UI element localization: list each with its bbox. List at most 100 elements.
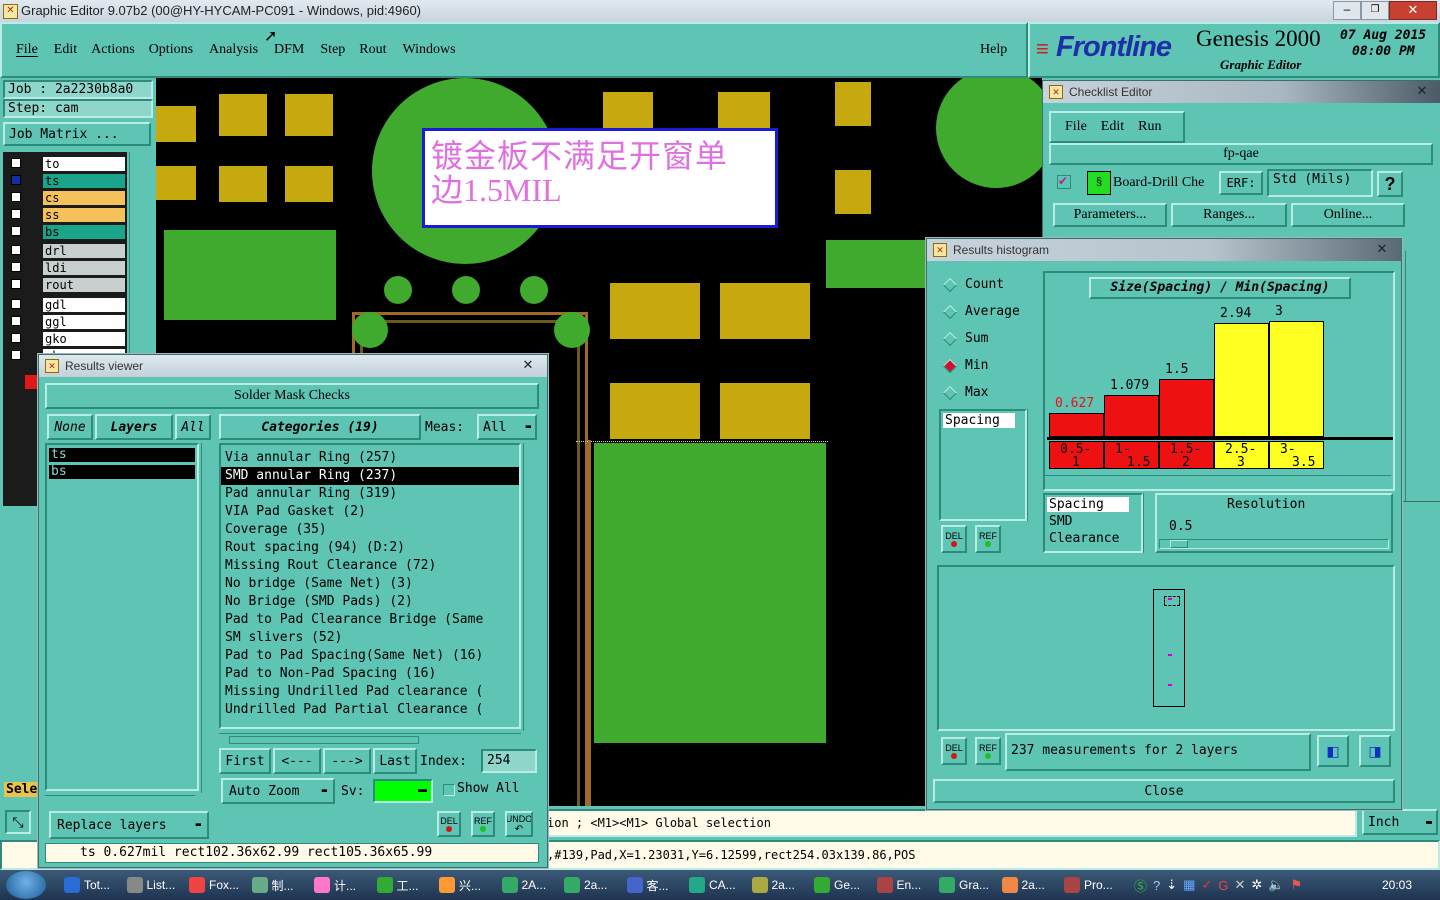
category-list-vscroll[interactable]	[523, 443, 538, 731]
layer-row-ss[interactable]: ss	[9, 208, 127, 222]
histogram-del-button[interactable]: DEL	[941, 525, 967, 553]
categories-button[interactable]: Categories (19)	[219, 414, 421, 440]
prev-result-icon[interactable]: ◧	[1317, 735, 1349, 767]
layer-checkbox[interactable]	[11, 192, 21, 202]
index-input[interactable]: 254	[481, 749, 537, 773]
all-layers-button[interactable]: All	[175, 414, 211, 440]
menu-dfm[interactable]: DFM	[274, 42, 304, 58]
layer-checkbox[interactable]	[11, 299, 21, 309]
layer-row-bs[interactable]: bs	[9, 225, 127, 239]
layer-checkbox[interactable]	[11, 333, 21, 343]
category-item[interactable]: Coverage (35)	[221, 521, 519, 539]
taskbar-item[interactable]: Gra...	[935, 873, 995, 897]
taskbar-item[interactable]: 工...	[373, 873, 433, 897]
category-item[interactable]: Pad annular Ring (319)	[221, 485, 519, 503]
minimize-button[interactable]: –	[1333, 1, 1361, 20]
help-tray-icon[interactable]: ?	[1153, 878, 1160, 893]
taskbar-item[interactable]: 2a...	[748, 873, 808, 897]
flag-tray-icon[interactable]: ⚑	[1290, 877, 1302, 893]
prev-button[interactable]: <---	[273, 748, 321, 774]
ranges-button[interactable]: Ranges...	[1171, 203, 1287, 227]
stat-option-min[interactable]: Min	[937, 352, 1037, 379]
type-clearance[interactable]: Clearance	[1047, 531, 1139, 546]
network-tray-icon[interactable]: ▦	[1183, 877, 1195, 893]
menu-help[interactable]: Help	[980, 42, 1007, 58]
taskbar-item[interactable]: Ge...	[810, 873, 870, 897]
layer-checkbox[interactable]	[11, 209, 21, 219]
menu-step[interactable]: Step	[320, 42, 345, 58]
checklist-close-button[interactable]: ✕	[1409, 83, 1435, 99]
taskbar-item[interactable]: Fox...	[185, 873, 245, 897]
settings-tray-icon[interactable]: ✲	[1251, 877, 1262, 893]
category-item[interactable]: Undrilled Pad Partial Clearance (	[221, 701, 519, 719]
category-item[interactable]: No Bridge (SMD Pads) (2)	[221, 593, 519, 611]
category-item[interactable]: Missing Rout Clearance (72)	[221, 557, 519, 575]
taskbar-item[interactable]: Pro...	[1060, 873, 1120, 897]
checklist-menu-run[interactable]: Run	[1138, 119, 1161, 135]
layer-list-vscroll[interactable]	[201, 443, 216, 793]
taskbar-item[interactable]: 兴...	[435, 873, 495, 897]
category-item[interactable]: SM slivers (52)	[221, 629, 519, 647]
layer-checkbox[interactable]	[11, 350, 21, 360]
arrow-tray-icon[interactable]: ⇣	[1166, 877, 1177, 893]
menu-actions[interactable]: Actions	[91, 42, 135, 58]
histogram-bar[interactable]	[1104, 395, 1159, 437]
layer-checkbox[interactable]	[11, 245, 21, 255]
g-tray-icon[interactable]: G	[1218, 878, 1228, 893]
category-item[interactable]: VIA Pad Gasket (2)	[221, 503, 519, 521]
category-item[interactable]: SMD annular Ring (237)	[221, 467, 519, 485]
online-button[interactable]: Online...	[1291, 203, 1405, 227]
erf-value[interactable]: Std (Mils)	[1267, 169, 1373, 197]
checklist-menu-edit[interactable]: Edit	[1101, 119, 1124, 135]
layer-row-rout[interactable]: rout	[9, 278, 127, 292]
layer-row-gko[interactable]: gko	[9, 332, 127, 346]
taskbar-item[interactable]: 2a...	[560, 873, 620, 897]
select-label[interactable]: Sele	[4, 782, 40, 797]
taskbar-item[interactable]: List...	[123, 873, 183, 897]
layer-row-drl[interactable]: drl	[9, 244, 127, 258]
category-item[interactable]: Via annular Ring (257)	[221, 449, 519, 467]
layer-row-to[interactable]: to	[9, 157, 127, 171]
category-list[interactable]: Via annular Ring (257) SMD annular Ring (…	[219, 443, 521, 729]
help-button[interactable]: ?	[1377, 171, 1403, 197]
sv-color-selector[interactable]: ▬	[373, 779, 433, 803]
layer-checkbox[interactable]	[11, 158, 21, 168]
layer-checkbox[interactable]	[11, 316, 21, 326]
menu-file[interactable]: File	[16, 42, 38, 58]
category-item[interactable]: Rout spacing (94) (D:2)	[221, 539, 519, 557]
histogram-ref-button[interactable]: REF	[975, 525, 1001, 553]
preview-ref-button[interactable]: REF	[975, 737, 1001, 765]
taskbar-item[interactable]: 2a...	[998, 873, 1058, 897]
type-smd[interactable]: SMD	[1047, 514, 1139, 529]
del-button[interactable]: DEL	[437, 811, 461, 837]
measure-type-spacing[interactable]: Spacing	[943, 413, 1015, 428]
menu-edit[interactable]: Edit	[54, 42, 77, 58]
menu-rout[interactable]: Rout	[359, 42, 386, 58]
results-viewer-close-button[interactable]: ✕	[515, 357, 541, 373]
taskbar-item[interactable]: Tot...	[60, 873, 120, 897]
histogram-bar[interactable]	[1049, 413, 1104, 437]
stat-option-count[interactable]: Count	[937, 271, 1037, 298]
histogram-close-action-button[interactable]: Close	[933, 779, 1395, 803]
measure-type-vscroll[interactable]	[1027, 409, 1040, 521]
category-item[interactable]: No bridge (Same Net) (3)	[221, 575, 519, 593]
layer-checkbox[interactable]	[11, 226, 21, 236]
menu-windows[interactable]: Windows	[403, 42, 456, 58]
replace-layers-selector[interactable]: Replace layers ▬	[49, 811, 209, 839]
start-button[interactable]	[6, 871, 46, 899]
resolution-slider[interactable]	[1159, 539, 1389, 549]
layer-row-gdl[interactable]: gdl	[9, 298, 127, 312]
taskbar-item[interactable]: CA...	[685, 873, 745, 897]
layer-row-cs[interactable]: cs	[9, 191, 127, 205]
close-button[interactable]: ✕	[1389, 1, 1437, 20]
type-list[interactable]: Spacing SMD Clearance	[1043, 493, 1143, 553]
stat-option-sum[interactable]: Sum	[937, 325, 1037, 352]
layer-results-list[interactable]: ts bs	[45, 443, 199, 791]
taskbar-item[interactable]: 2A...	[498, 873, 558, 897]
units-selector[interactable]: Inch ▬	[1362, 809, 1438, 835]
histogram-close-button[interactable]: ✕	[1369, 241, 1395, 257]
x-tray-icon[interactable]: ✕	[1234, 877, 1245, 893]
category-item[interactable]: Pad to Pad Spacing(Same Net) (16)	[221, 647, 519, 665]
layer-result-bs[interactable]: bs	[49, 465, 195, 479]
layers-button[interactable]: Layers	[95, 414, 173, 440]
